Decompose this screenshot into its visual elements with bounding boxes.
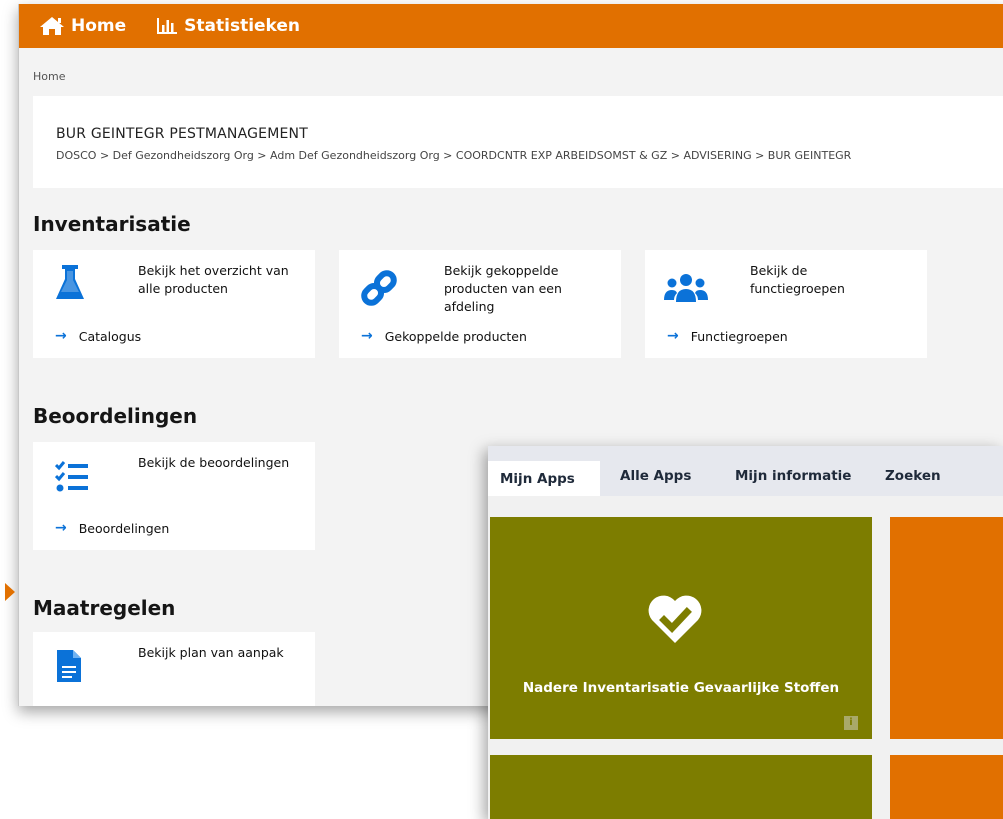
app-tile-orange[interactable] xyxy=(890,517,1003,739)
apps-tab-bar: Mijn Apps Alle Apps Mijn informatie Zoek… xyxy=(488,446,1003,496)
beoordelingen-link[interactable]: → Beoordelingen xyxy=(55,520,169,536)
bar-chart-icon xyxy=(157,18,178,34)
functiegroepen-link[interactable]: → Functiegroepen xyxy=(667,328,788,344)
card-functiegroepen[interactable]: Bekijk de functiegroepen → Functiegroepe… xyxy=(645,250,927,358)
catalogus-link[interactable]: → Catalogus xyxy=(55,328,141,344)
organization-panel: BUR GEINTEGR PESTMANAGEMENT DOSCO > Def … xyxy=(33,96,1003,188)
apps-overlay-window: Mijn Apps Alle Apps Mijn informatie Zoek… xyxy=(488,446,1003,819)
arrow-right-icon: → xyxy=(667,328,679,344)
nav-home-link[interactable]: Home xyxy=(39,16,126,36)
users-icon xyxy=(663,272,709,308)
card-plan-van-aanpak[interactable]: Bekijk plan van aanpak xyxy=(33,632,315,706)
nav-statistics-label: Statistieken xyxy=(184,16,301,36)
app-tile-label: Nadere Inventarisatie Gevaarlijke Stoffe… xyxy=(522,680,840,696)
checklist-icon xyxy=(54,460,89,498)
section-title-inventarisatie: Inventarisatie xyxy=(33,212,191,236)
gekoppelde-producten-link[interactable]: → Gekoppelde producten xyxy=(361,328,527,344)
card-description: Bekijk het overzicht van alle producten xyxy=(138,263,289,296)
organization-path: DOSCO > Def Gezondheidszorg Org > Adm De… xyxy=(56,149,852,162)
tab-mijn-apps[interactable]: Mijn Apps xyxy=(488,458,600,496)
section-title-maatregelen: Maatregelen xyxy=(33,596,176,620)
nav-home-label: Home xyxy=(71,16,127,36)
info-icon[interactable]: i xyxy=(844,716,858,730)
side-arrow-marker xyxy=(5,583,15,601)
arrow-right-icon: → xyxy=(361,328,373,344)
card-catalogus[interactable]: Bekijk het overzicht van alle producten … xyxy=(33,250,315,358)
section-title-beoordelingen: Beoordelingen xyxy=(33,404,198,428)
card-description: Bekijk de functiegroepen xyxy=(750,263,845,296)
flask-icon xyxy=(55,264,85,306)
arrow-right-icon: → xyxy=(55,328,67,344)
heart-check-icon xyxy=(646,593,704,649)
document-icon xyxy=(57,650,81,686)
card-description: Bekijk de beoordelingen xyxy=(138,455,290,470)
card-beoordelingen[interactable]: Bekijk de beoordelingen → Beoordelingen xyxy=(33,442,315,550)
tab-mijn-informatie[interactable]: Mijn informatie xyxy=(723,458,863,496)
app-tile-orange-lower[interactable] xyxy=(890,755,1003,819)
card-gekoppelde-producten[interactable]: Bekijk gekoppelde producten van een afde… xyxy=(339,250,621,358)
top-navigation-bar: Home Statistieken xyxy=(19,4,1003,48)
card-description: Bekijk plan van aanpak xyxy=(138,645,284,660)
tab-zoeken[interactable]: Zoeken xyxy=(873,458,953,496)
link-icon xyxy=(359,268,399,312)
tab-alle-apps[interactable]: Alle Apps xyxy=(608,458,703,496)
app-tile-green-lower[interactable] xyxy=(490,755,872,819)
nav-statistics-link[interactable]: Statistieken xyxy=(156,16,300,36)
organization-title: BUR GEINTEGR PESTMANAGEMENT xyxy=(56,126,308,142)
arrow-right-icon: → xyxy=(55,520,67,536)
breadcrumb[interactable]: Home xyxy=(33,70,65,83)
card-description: Bekijk gekoppelde producten van een afde… xyxy=(444,263,562,314)
home-icon xyxy=(40,17,64,35)
